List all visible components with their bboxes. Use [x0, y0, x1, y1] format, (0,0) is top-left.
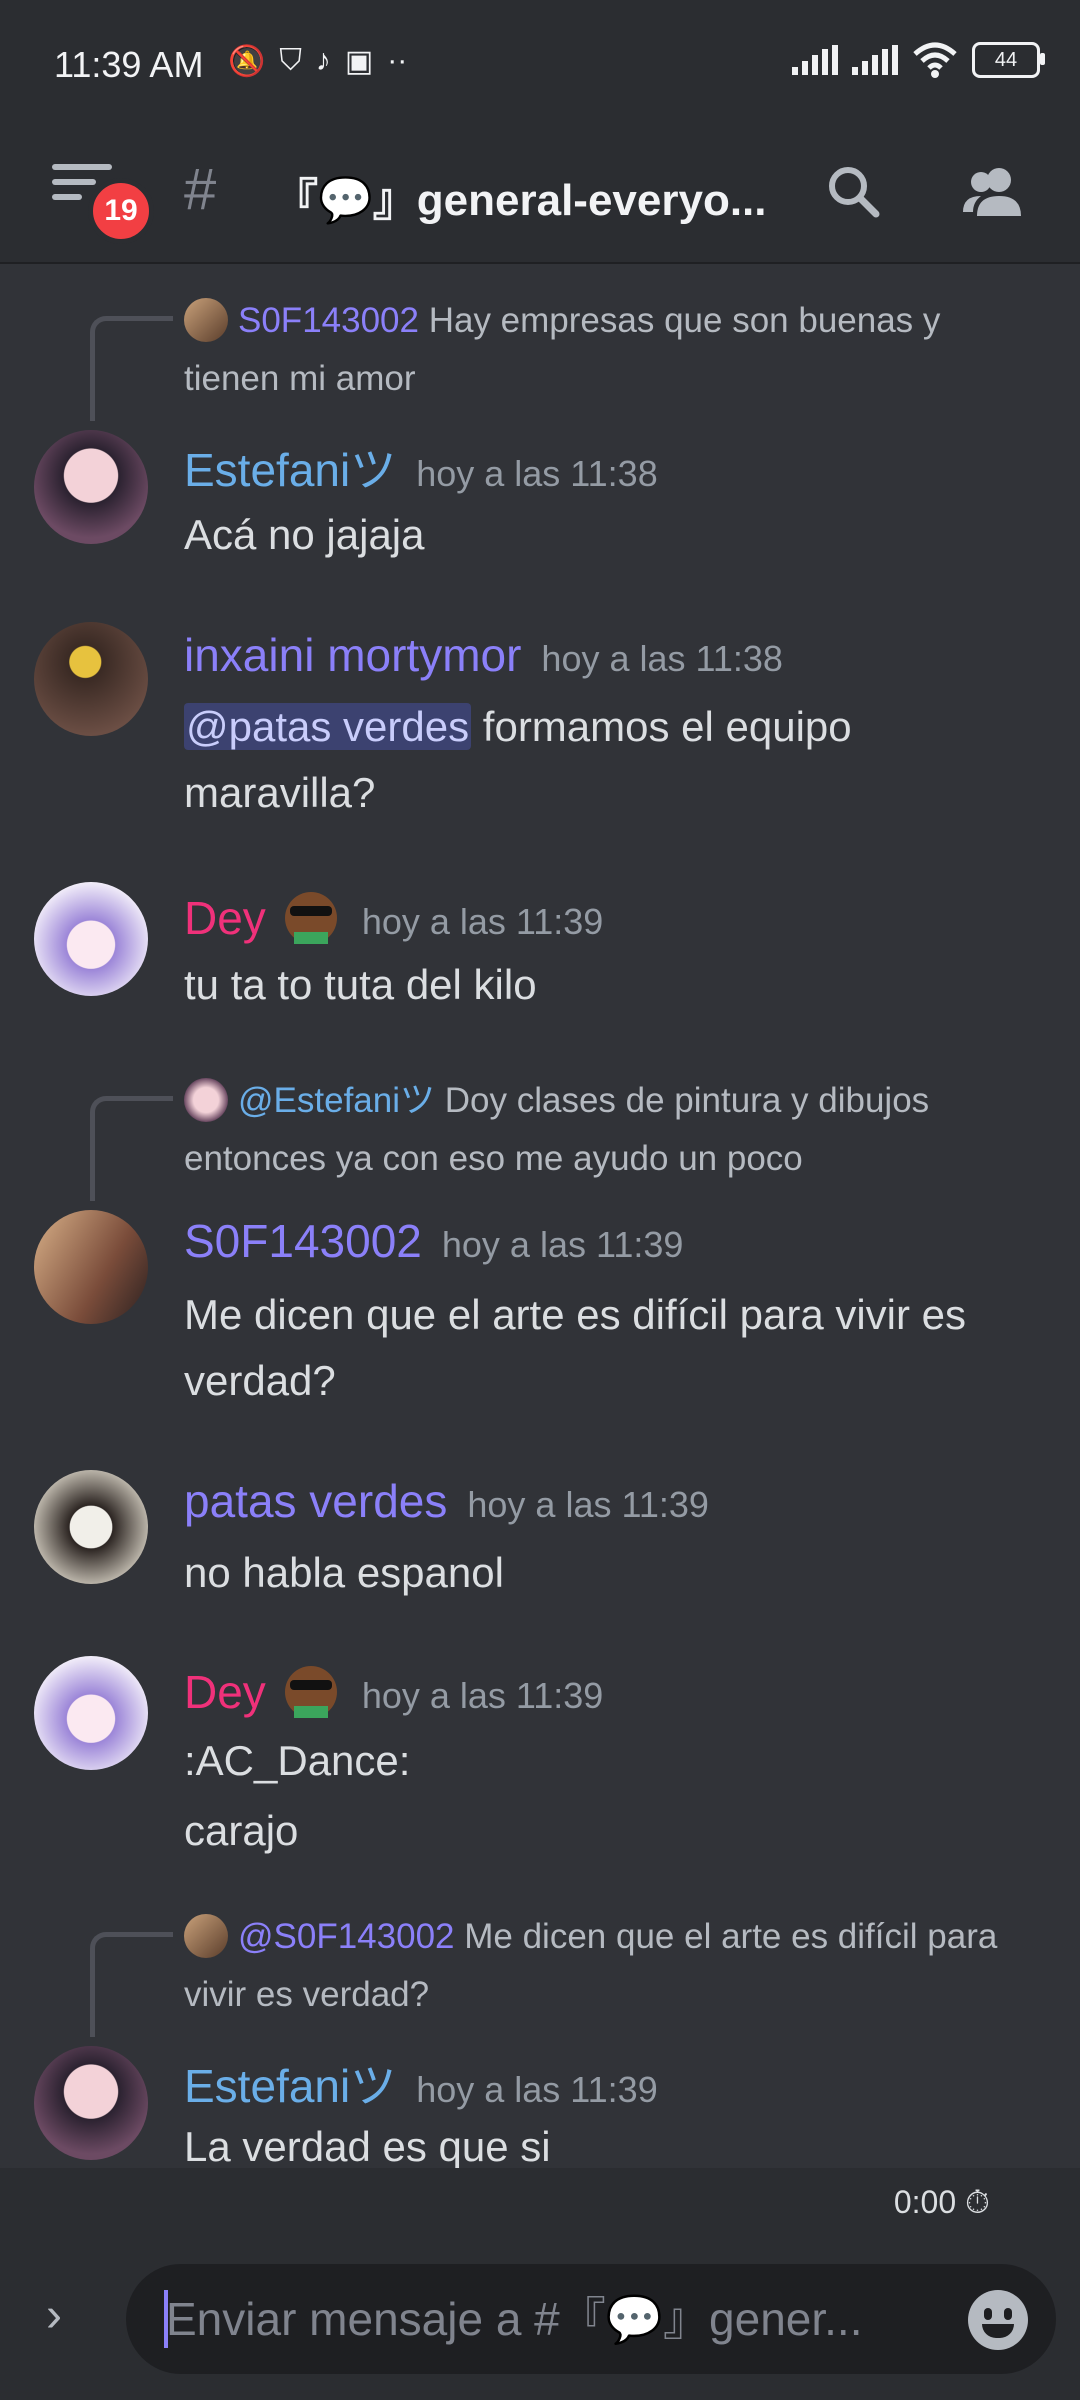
- timer-value: 0:00: [893, 2184, 957, 2220]
- notification-icons: 🔕 ⛉ ♪ ▣ ··: [228, 44, 407, 79]
- reply-preview[interactable]: S0F143002 Hay empresas que son buenas y …: [184, 292, 1044, 408]
- message-composer: ›: [0, 2238, 1080, 2400]
- battery-icon: 44: [972, 42, 1045, 78]
- wifi-icon: [913, 42, 957, 78]
- search-icon[interactable]: [814, 152, 894, 232]
- reply-author[interactable]: S0F143002: [238, 301, 419, 340]
- message-author-line: Dey hoy a las 11:39: [184, 886, 603, 948]
- custom-emoji-icon: [280, 1660, 342, 1722]
- channel-header: 19 # 『💬』general-everyo...: [0, 130, 1080, 264]
- system-icons: 44: [792, 42, 1045, 78]
- author-name[interactable]: Estefaniツ: [184, 2060, 396, 2112]
- user-mention[interactable]: @patas verdes: [184, 703, 472, 750]
- avatar[interactable]: [34, 622, 148, 736]
- message-line: Me dicen que el arte es difícil para viv…: [184, 1291, 967, 1338]
- signal-icon: [852, 45, 898, 75]
- message-text: :AC_Dance: carajo: [184, 1726, 1044, 1866]
- unread-badge: 19: [88, 178, 154, 244]
- reply-preview[interactable]: @Estefaniツ Doy clases de pintura y dibuj…: [184, 1072, 1044, 1188]
- channel-hash-icon: #: [184, 157, 217, 222]
- reply-avatar: [184, 1078, 228, 1122]
- message-line: verdad?: [184, 1357, 336, 1404]
- timestamp: hoy a las 11:39: [416, 2069, 658, 2110]
- message-author-line: S0F143002 hoy a las 11:39: [184, 1214, 683, 1268]
- message-line: :AC_Dance:: [184, 1737, 411, 1784]
- reply-author[interactable]: @S0F143002: [238, 1917, 455, 1956]
- message-line: maravilla?: [184, 769, 376, 816]
- avatar[interactable]: [34, 1210, 148, 1324]
- bell-off-icon: 🔕: [228, 45, 266, 78]
- message-line: formamos el equipo: [482, 703, 852, 750]
- avatar[interactable]: [34, 1656, 148, 1770]
- timestamp: hoy a las 11:39: [361, 901, 604, 942]
- author-name[interactable]: Dey: [184, 892, 266, 944]
- message-input-container[interactable]: [126, 2264, 1056, 2374]
- timestamp: hoy a las 11:38: [416, 453, 658, 494]
- avatar[interactable]: [34, 882, 148, 996]
- slowmode-row: 0:00 ⏱: [0, 2168, 1080, 2238]
- message-author-line: Estefaniツ hoy a las 11:38: [184, 434, 658, 500]
- custom-emoji-icon: [280, 886, 342, 948]
- message-text: Acá no jajaja: [184, 502, 1044, 568]
- message-text: La verdad es que si: [184, 2114, 1044, 2168]
- reply-avatar: [184, 1914, 228, 1958]
- twitch-icon: ▣: [344, 45, 374, 78]
- message-line: no habla espanol: [184, 1549, 504, 1596]
- timestamp: hoy a las 11:39: [467, 1484, 709, 1525]
- message-input[interactable]: [164, 2290, 948, 2348]
- avatar[interactable]: [34, 430, 148, 544]
- author-name[interactable]: inxaini mortymor: [184, 629, 521, 681]
- channel-title[interactable]: 『💬』general-everyo...: [274, 164, 794, 228]
- timestamp: hoy a las 11:39: [361, 1675, 604, 1716]
- chevron-right-icon[interactable]: ›: [46, 2288, 62, 2343]
- tiktok-icon: ♪: [315, 44, 331, 77]
- timestamp: hoy a las 11:39: [441, 1224, 684, 1265]
- avatar[interactable]: [34, 1470, 148, 1584]
- message-author-line: Dey hoy a las 11:39: [184, 1660, 603, 1722]
- members-icon[interactable]: [952, 152, 1032, 232]
- message-author-line: Estefaniツ hoy a las 11:39: [184, 2050, 658, 2116]
- message-line: carajo: [184, 1807, 299, 1854]
- author-name[interactable]: patas verdes: [184, 1475, 447, 1527]
- message-author-line: inxaini mortymor hoy a las 11:38: [184, 628, 783, 682]
- message-author-line: patas verdes hoy a las 11:39: [184, 1474, 709, 1528]
- message-text: Me dicen que el arte es difícil para viv…: [184, 1282, 1044, 1414]
- vpn-shield-icon: ⛉: [279, 44, 302, 77]
- message-line: tu ta to tuta del kilo: [184, 961, 537, 1008]
- author-name[interactable]: Estefaniツ: [184, 444, 396, 496]
- clock: 11:39 AM: [54, 44, 204, 85]
- reply-preview[interactable]: @S0F143002 Me dicen que el arte es difíc…: [184, 1908, 1044, 2024]
- battery-level: 44: [994, 48, 1018, 71]
- slowmode-timer: 0:00 ⏱: [894, 2184, 990, 2222]
- message-line: Acá no jajaja: [184, 511, 425, 558]
- status-bar: 11:39 AM 🔕 ⛉ ♪ ▣ ·· 44: [0, 0, 1080, 130]
- author-name[interactable]: Dey: [184, 1666, 266, 1718]
- signal-icon: [792, 45, 838, 75]
- reply-connector: [90, 316, 173, 421]
- emoji-picker-icon[interactable]: [968, 2290, 1028, 2350]
- timestamp: hoy a las 11:38: [541, 638, 783, 679]
- message-text: tu ta to tuta del kilo: [184, 952, 1044, 1018]
- reply-connector: [90, 1096, 173, 1201]
- reply-author[interactable]: @Estefaniツ: [238, 1081, 435, 1120]
- message-line: La verdad es que si: [184, 2123, 551, 2168]
- avatar[interactable]: [34, 2046, 148, 2160]
- message-text: @patas verdes formamos el equipo maravil…: [184, 694, 1044, 826]
- more-dots-icon: ··: [387, 44, 408, 77]
- reply-avatar: [184, 298, 228, 342]
- message-text: no habla espanol: [184, 1540, 1044, 1606]
- author-name[interactable]: S0F143002: [184, 1215, 422, 1267]
- stopwatch-icon: ⏱: [965, 2184, 990, 2220]
- reply-connector: [90, 1932, 173, 2037]
